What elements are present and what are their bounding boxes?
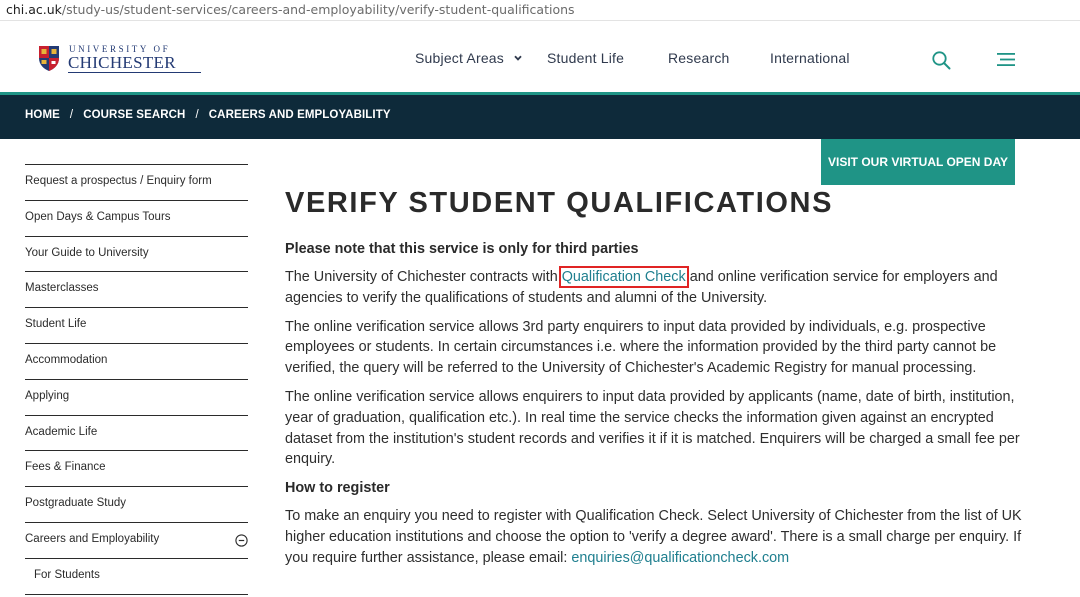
page-title: VERIFY STUDENT QUALIFICATIONS [285, 187, 834, 219]
sidebar-item-label: Your Guide to University [25, 246, 149, 259]
intro-paragraph: The University of Chichester contracts w… [285, 266, 1025, 309]
sidebar-item-applying[interactable]: Applying [25, 378, 248, 415]
sidebar-item-fees[interactable]: Fees & Finance [25, 450, 248, 486]
sidebar-item-student-life[interactable]: Student Life [25, 307, 248, 343]
nav-subject-areas-label: Subject Areas [415, 50, 504, 66]
address-bar-url[interactable]: chi.ac.uk/study-us/student-services/care… [6, 2, 575, 17]
sidebar-item-guide[interactable]: Your Guide to University [25, 235, 248, 272]
breadcrumb-separator: / [69, 109, 74, 121]
collapse-minus-icon[interactable] [235, 534, 248, 547]
register-heading: How to register [285, 480, 390, 497]
sidebar-nav: Request a prospectus / Enquiry form Open… [25, 164, 248, 595]
main-content: VERIFY STUDENT QUALIFICATIONS Please not… [285, 186, 1025, 569]
logo-underline [68, 72, 201, 73]
url-host: chi.ac.uk [6, 2, 62, 17]
sidebar-item-open-days[interactable]: Open Days & Campus Tours [25, 199, 248, 236]
breadcrumb-course-search[interactable]: COURSE SEARCH [83, 109, 185, 121]
sidebar-item-accommodation[interactable]: Accommodation [25, 342, 248, 379]
nav-subject-areas[interactable]: Subject Areas [415, 50, 522, 68]
breadcrumb-separator: / [195, 109, 199, 121]
sidebar-item-careers[interactable]: Careers and Employability [25, 521, 248, 558]
hamburger-menu-icon[interactable] [997, 52, 1015, 67]
crest-icon [39, 46, 59, 71]
nav-student-life[interactable]: Student Life [547, 50, 624, 68]
email-link[interactable]: enquiries@qualificationcheck.com [571, 550, 789, 566]
sidebar-item-prospectus[interactable]: Request a prospectus / Enquiry form [25, 164, 248, 200]
intro-text-start: The University of Chichester contracts w… [285, 269, 562, 285]
sidebar-item-label: Careers and Employability [25, 532, 160, 545]
sidebar-item-label: Request a prospectus / Enquiry form [25, 175, 212, 187]
sidebar-item-label: Applying [25, 389, 70, 402]
sidebar-item-label: Masterclasses [25, 282, 99, 295]
nav-student-life-label: Student Life [547, 50, 625, 66]
sidebar-item-label: Student Life [25, 318, 87, 331]
site-header: UNIVERSITY OF CHICHESTER Subject Areas S… [0, 22, 1080, 93]
address-bar[interactable]: chi.ac.uk/study-us/student-services/care… [0, 0, 1080, 21]
url-path: /study-us/student-services/careers-and-e… [61, 2, 575, 17]
sidebar-item-label: Postgraduate Study [25, 497, 127, 510]
qualification-check-link[interactable]: Qualification Check [558, 266, 689, 288]
sidebar-item-for-students[interactable]: For Students [25, 557, 248, 594]
notice-heading: Please note that this service is only fo… [285, 241, 639, 257]
sidebar-item-label: Open Days & Campus Tours [25, 210, 171, 223]
sidebar-item-masterclasses[interactable]: Masterclasses [25, 271, 248, 307]
sidebar-item-label: Academic Life [25, 425, 98, 438]
breadcrumb-bar: HOME / COURSE SEARCH / CAREERS AND EMPLOYABI… [0, 95, 1080, 139]
breadcrumb-home[interactable]: HOME [25, 109, 60, 121]
breadcrumb-careers[interactable]: CAREERS AND EMPLOYABILITY [209, 109, 391, 121]
sidebar-item-label: Fees & Finance [25, 461, 106, 474]
register-paragraph: To make an enquiry you need to register … [285, 506, 1025, 568]
search-icon[interactable] [931, 50, 951, 70]
virtual-open-day-button[interactable]: VISIT OUR VIRTUAL OPEN DAY [821, 139, 1015, 185]
sidebar-divider [25, 593, 248, 595]
verification-paragraph: The online verification service allows 3… [285, 318, 997, 377]
realtime-paragraph: The online verification service allows e… [285, 388, 1020, 468]
sidebar-item-label: Accommodation [25, 353, 108, 366]
chevron-down-icon [514, 55, 522, 61]
breadcrumb: HOME / COURSE SEARCH / CAREERS AND EMPLOYABI… [25, 109, 391, 121]
nav-research[interactable]: Research [668, 50, 730, 68]
logo-name-text: CHICHESTER [68, 53, 176, 72]
sidebar-item-academic-life[interactable]: Academic Life [25, 414, 248, 451]
sidebar-item-postgraduate[interactable]: Postgraduate Study [25, 486, 248, 522]
nav-international-label: International [770, 50, 850, 66]
sidebar-item-label: For Students [34, 568, 100, 581]
nav-international[interactable]: International [770, 50, 850, 68]
nav-research-label: Research [668, 50, 730, 66]
university-logo[interactable]: UNIVERSITY OF CHICHESTER [37, 43, 201, 73]
